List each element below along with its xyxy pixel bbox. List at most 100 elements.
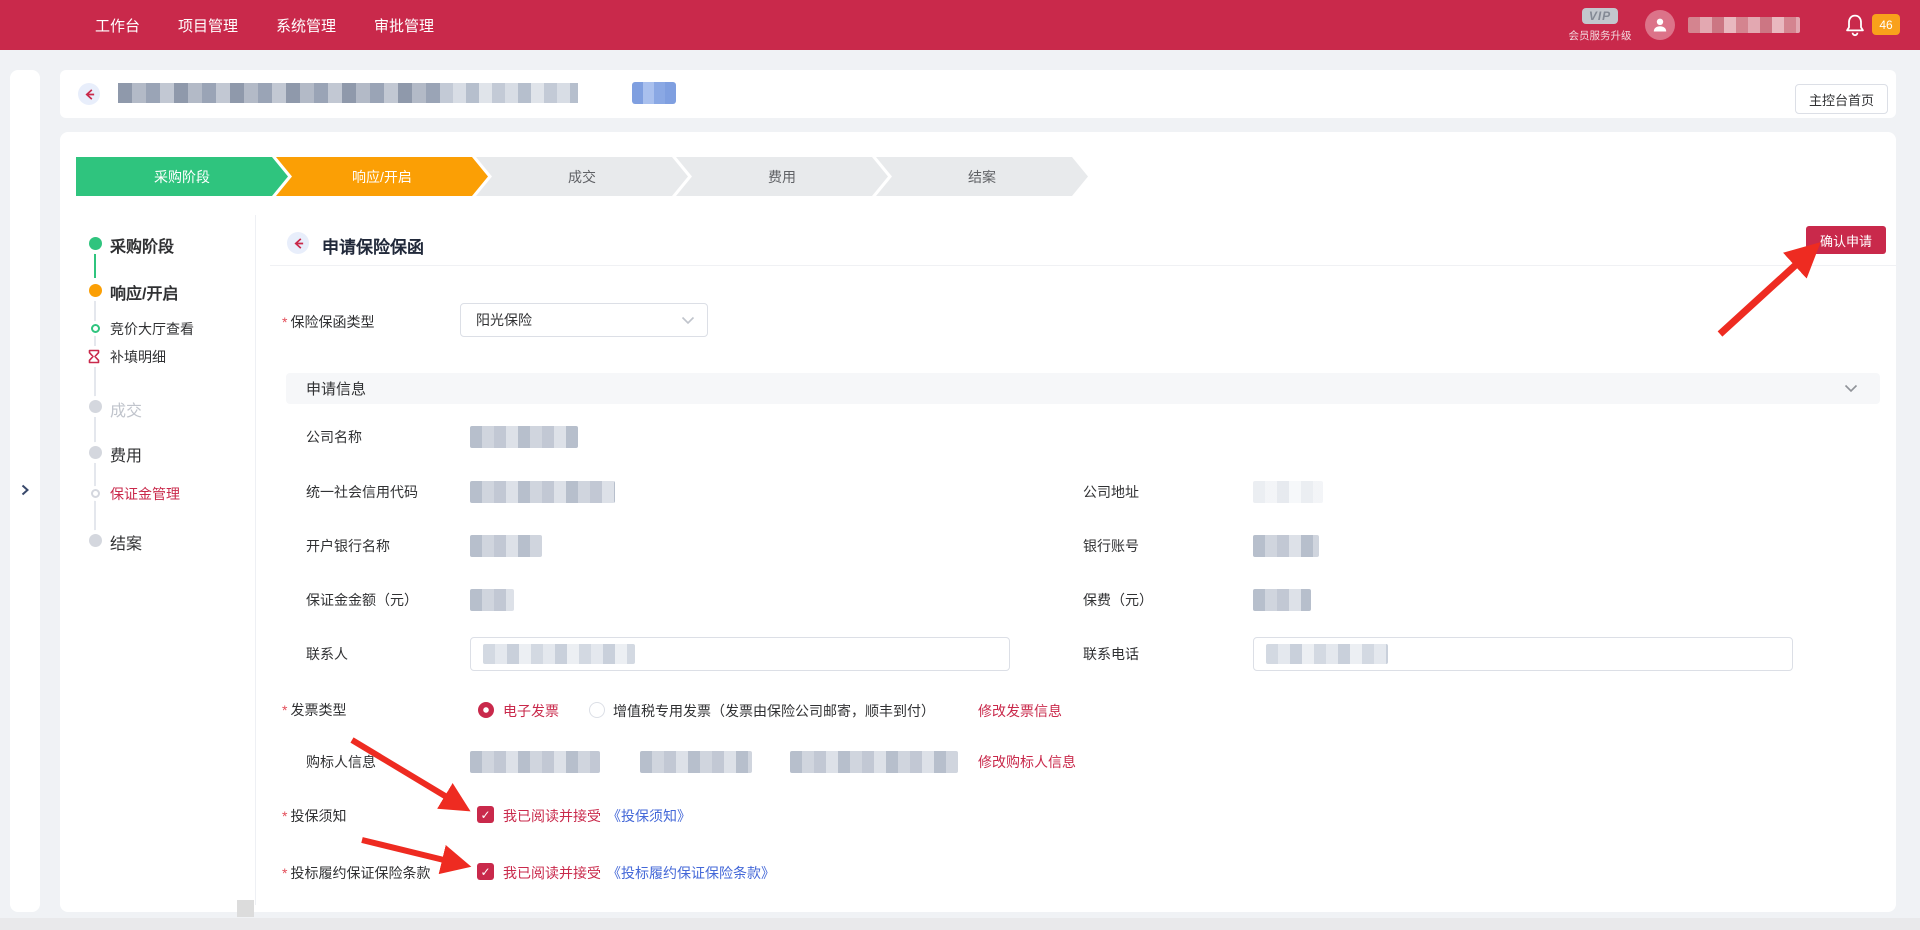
nav-item-approval-mgmt[interactable]: 审批管理	[374, 15, 434, 36]
field-label-buyer-info: 购标人信息	[306, 752, 376, 772]
field-label-insurance-notice: 投保须知	[282, 806, 346, 826]
chevron-down-icon	[681, 316, 695, 325]
contact-phone-value-redacted	[1266, 644, 1388, 664]
edit-buyer-info-link[interactable]: 修改购标人信息	[978, 752, 1076, 772]
company-address-value-redacted	[1253, 481, 1323, 503]
bank-name-value-redacted	[470, 535, 542, 557]
confirm-apply-button[interactable]: 确认申请	[1806, 226, 1886, 254]
sidebar-item-procurement[interactable]: 采购阶段	[110, 233, 174, 257]
radio-electronic-invoice[interactable]	[478, 702, 494, 718]
hourglass-waiting-icon	[87, 349, 101, 364]
field-label-company-address: 公司地址	[1083, 482, 1139, 502]
person-icon	[1650, 15, 1670, 35]
timeline-ring-bidding-hall	[91, 324, 100, 333]
horizontal-scrollbar[interactable]	[0, 918, 1920, 930]
agreement-text-terms: 我已阅读并接受	[503, 863, 601, 883]
vip-upgrade[interactable]: VIP 会员服务升级	[1560, 7, 1640, 43]
insurance-type-select[interactable]: 阳光保险	[460, 303, 708, 337]
field-label-credit-code: 统一社会信用代码	[306, 482, 418, 502]
performance-terms-checkbox[interactable]	[477, 863, 494, 880]
page-back-button[interactable]	[78, 83, 100, 105]
contact-value-redacted	[483, 644, 635, 664]
arrow-left-icon	[292, 237, 305, 250]
timeline-dot-fee	[89, 446, 102, 459]
project-title-redacted-2	[440, 83, 578, 103]
radio-label-vat-invoice[interactable]: 增值税专用发票（发票由保险公司邮寄，顺丰到付）	[613, 701, 935, 721]
sidebar-item-bidding-hall[interactable]: 竞价大厅查看	[110, 319, 194, 339]
credit-code-value-redacted	[470, 481, 615, 503]
sidebar-item-deposit-mgmt[interactable]: 保证金管理	[110, 484, 180, 504]
field-label-invoice-type: 发票类型	[282, 700, 346, 720]
radio-label-electronic-invoice[interactable]: 电子发票	[503, 701, 559, 721]
timeline-dot-deal	[89, 400, 102, 413]
scrollbar-thumb[interactable]	[237, 900, 254, 917]
step-response-open[interactable]: 响应/开启	[276, 157, 488, 196]
main-menu: 工作台 项目管理 系统管理 审批管理	[95, 0, 434, 50]
project-title-redacted	[118, 83, 440, 103]
field-label-deposit-amount: 保证金金额（元）	[306, 590, 418, 610]
timeline-dot-close	[89, 534, 102, 547]
timeline-ring-deposit	[91, 489, 100, 498]
arrow-left-icon	[83, 88, 96, 101]
phase-stepper: 采购阶段 响应/开启 成交 费用 结案	[76, 157, 1088, 196]
bank-account-value-redacted	[1253, 535, 1319, 557]
page: 工作台 项目管理 系统管理 审批管理 VIP 会员服务升级 46	[0, 0, 1920, 930]
buyer-id-redacted	[790, 751, 958, 773]
username-redacted	[1688, 17, 1800, 33]
nav-item-system-mgmt[interactable]: 系统管理	[276, 15, 336, 36]
sidebar-item-response-open[interactable]: 响应/开启	[110, 280, 178, 304]
nav-item-project-mgmt[interactable]: 项目管理	[178, 15, 238, 36]
panel-expand-toggle[interactable]	[10, 478, 40, 502]
premium-value-redacted	[1253, 589, 1311, 611]
agreement-text-notice: 我已阅读并接受	[503, 806, 601, 826]
field-label-insurance-type: 保险保函类型	[282, 312, 374, 332]
step-deal[interactable]: 成交	[476, 157, 688, 196]
console-home-button[interactable]: 主控台首页	[1795, 84, 1888, 114]
buyer-name-redacted	[470, 751, 600, 773]
form-back-button[interactable]	[287, 232, 309, 254]
insurance-type-value: 阳光保险	[476, 310, 532, 330]
notification-bell-icon[interactable]	[1843, 13, 1867, 37]
timeline-connector-done	[94, 250, 96, 278]
timeline-dot-procurement	[89, 237, 102, 250]
performance-terms-link[interactable]: 《投标履约保证保险条款》	[607, 863, 775, 883]
sidebar-divider	[255, 215, 256, 905]
form-page-title: 申请保险保函	[322, 233, 424, 258]
nav-item-workbench[interactable]: 工作台	[95, 15, 140, 36]
edit-invoice-info-link[interactable]: 修改发票信息	[978, 701, 1062, 721]
step-procurement[interactable]: 采购阶段	[76, 157, 288, 196]
radio-vat-invoice[interactable]	[589, 702, 605, 718]
vip-upgrade-label: 会员服务升级	[1560, 28, 1640, 43]
form-header-divider	[270, 265, 1896, 266]
field-label-bank-account: 银行账号	[1083, 536, 1139, 556]
notification-count-badge[interactable]: 46	[1872, 14, 1900, 35]
user-avatar[interactable]	[1645, 10, 1675, 40]
step-fee[interactable]: 费用	[676, 157, 888, 196]
field-label-performance-terms: 投标履约保证保险条款	[282, 863, 430, 883]
deposit-amount-value-redacted	[470, 589, 514, 611]
chevron-right-icon	[20, 484, 30, 496]
step-close[interactable]: 结案	[876, 157, 1088, 196]
sidebar-item-close[interactable]: 结案	[110, 530, 142, 554]
contact-phone-input[interactable]	[1253, 637, 1793, 671]
chevron-down-icon	[1844, 384, 1858, 393]
section-title: 申请信息	[306, 378, 366, 399]
timeline-dot-response	[89, 284, 102, 297]
insurance-notice-checkbox[interactable]	[477, 806, 494, 823]
buyer-phone-redacted	[640, 751, 752, 773]
top-navbar: 工作台 项目管理 系统管理 审批管理 VIP 会员服务升级 46	[0, 0, 1920, 50]
insurance-notice-link[interactable]: 《投保须知》	[607, 806, 691, 826]
project-status-badge-redacted	[632, 82, 676, 104]
field-label-bank-name: 开户银行名称	[306, 536, 390, 556]
sidebar-item-fill-details[interactable]: 补填明细	[110, 347, 166, 367]
field-label-premium: 保费（元）	[1083, 590, 1153, 610]
field-label-contact: 联系人	[306, 644, 348, 664]
sidebar-item-deal[interactable]: 成交	[110, 397, 142, 421]
field-label-contact-phone: 联系电话	[1083, 644, 1139, 664]
field-label-company-name: 公司名称	[306, 427, 362, 447]
contact-input[interactable]	[470, 637, 1010, 671]
vip-icon: VIP	[1582, 8, 1618, 24]
section-application-info[interactable]: 申请信息	[286, 373, 1880, 404]
sidebar-item-fee[interactable]: 费用	[110, 442, 142, 466]
company-name-value-redacted	[470, 426, 578, 448]
